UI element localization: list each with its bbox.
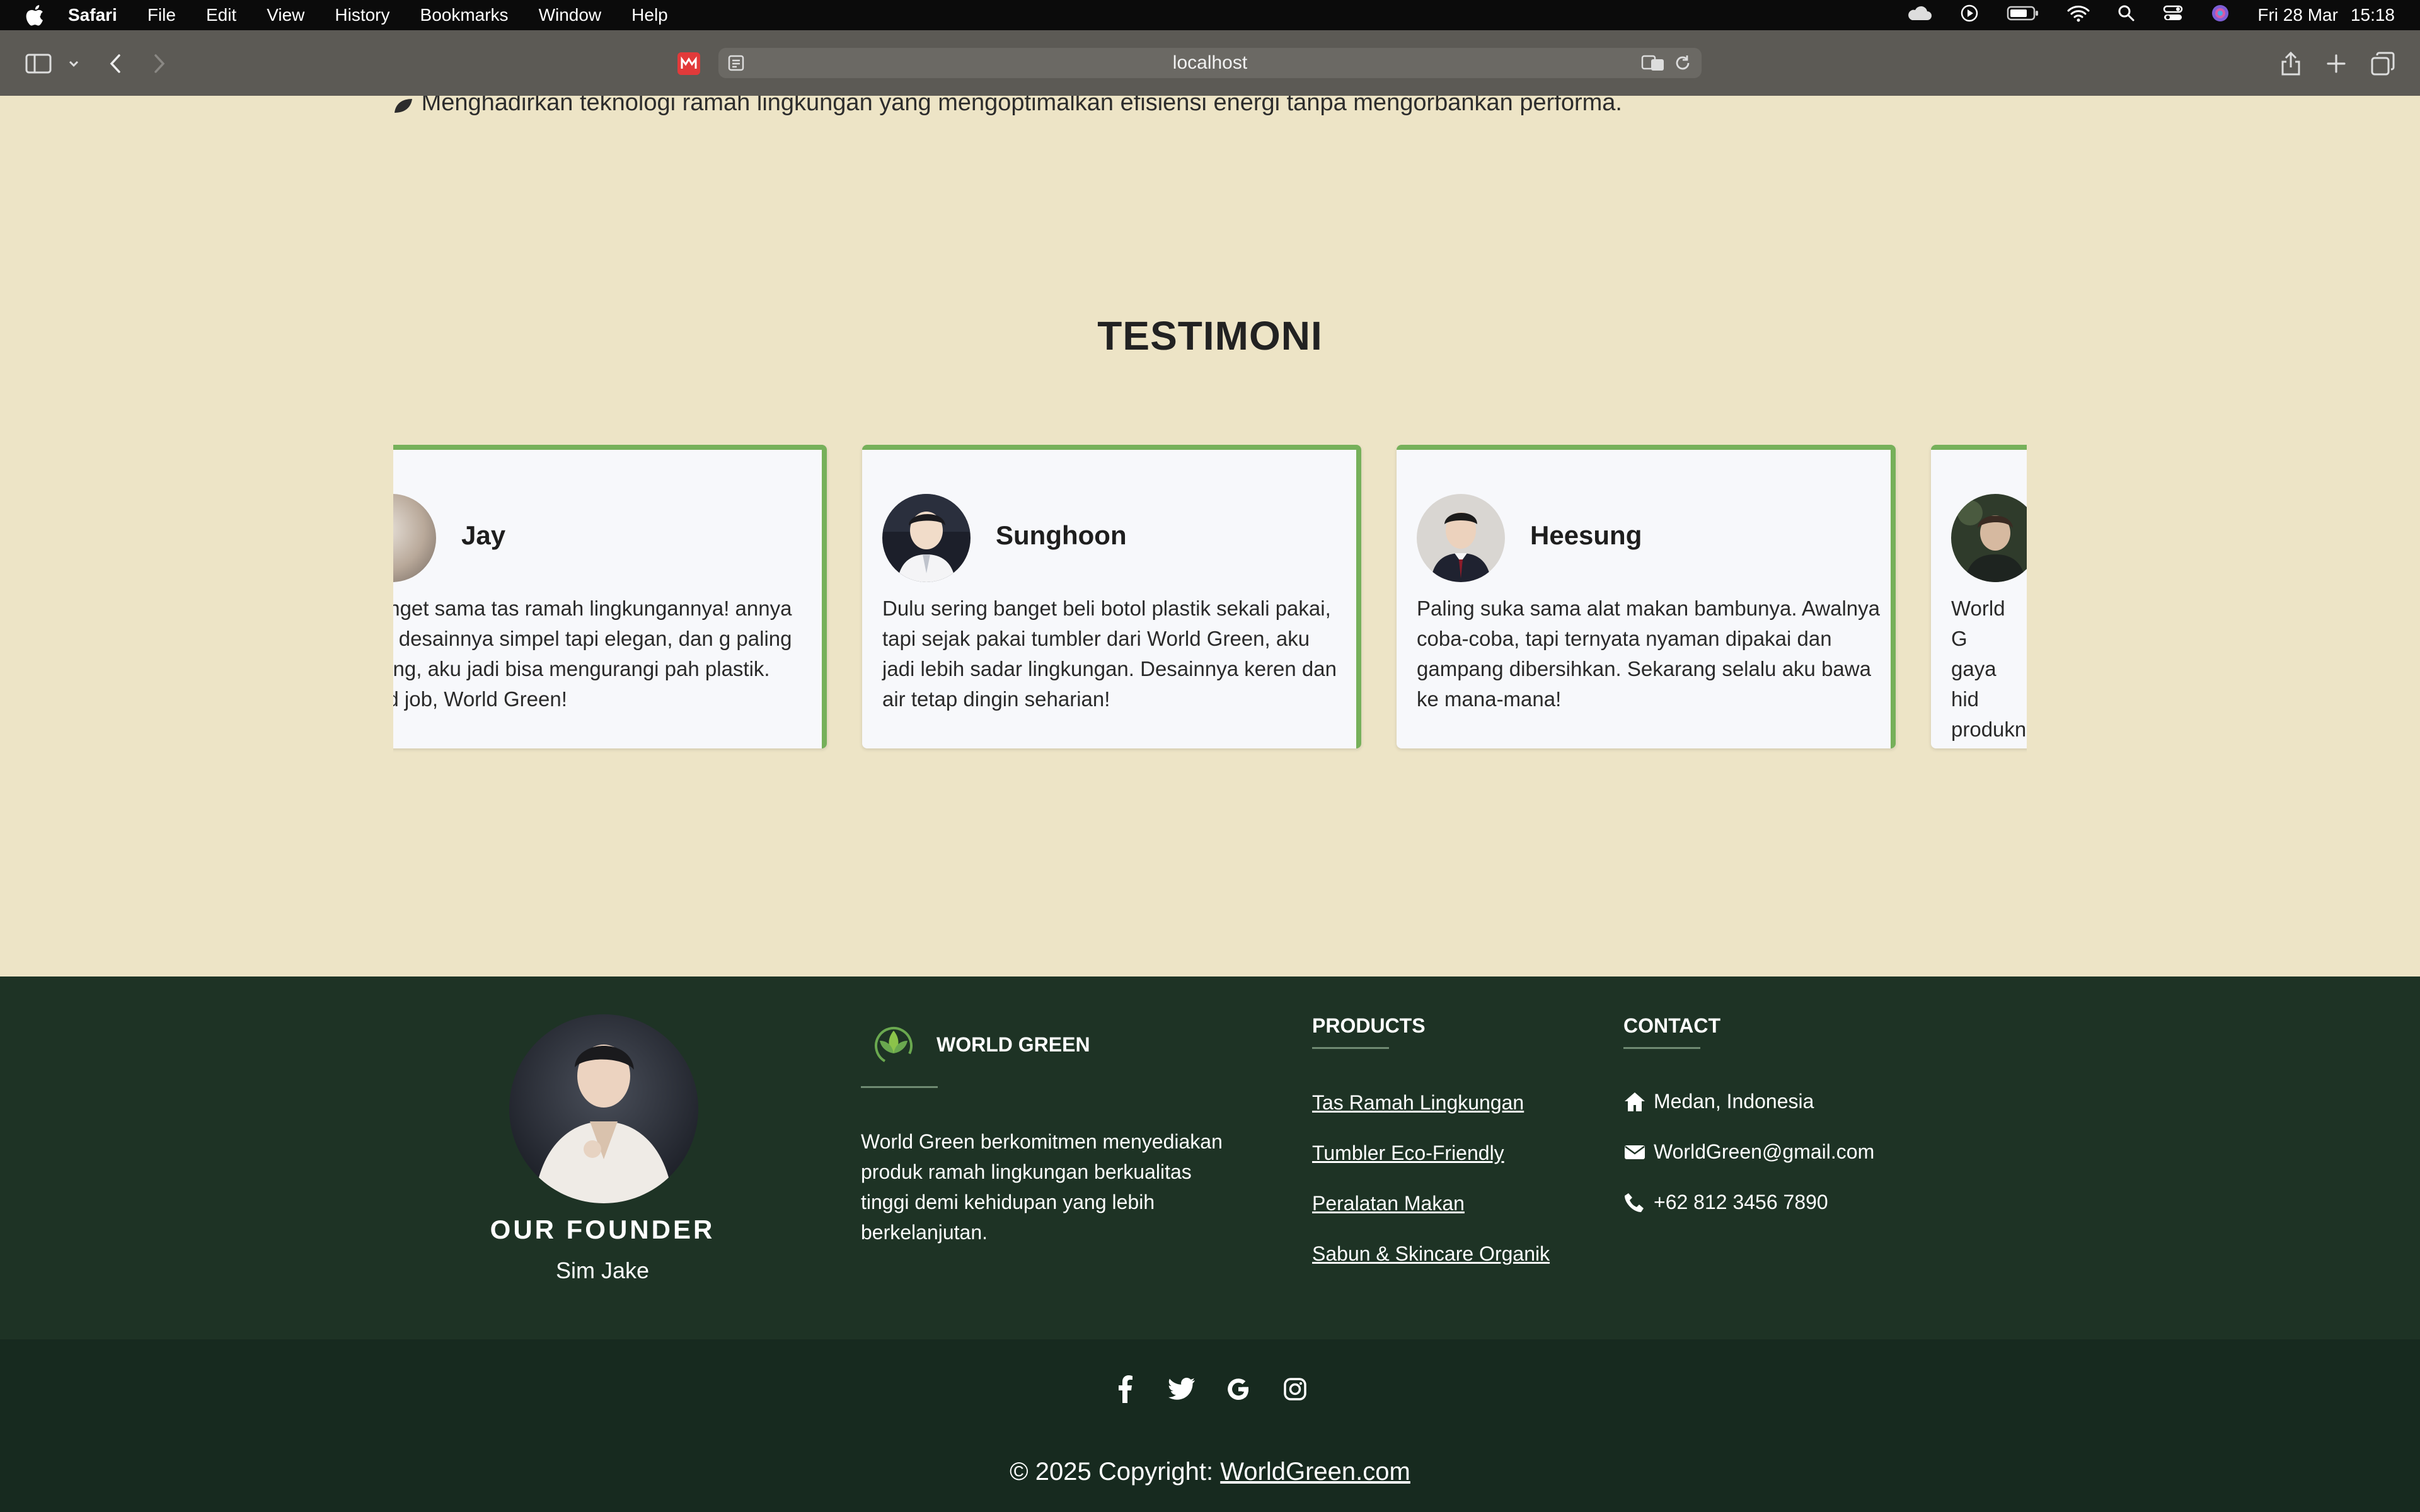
testimonial-card: World G gaya hid produkn	[1931, 445, 2027, 748]
contact-address: Medan, Indonesia	[1623, 1090, 1814, 1113]
avatar	[1951, 494, 2027, 582]
control-center-icon[interactable]	[2163, 4, 2183, 26]
mission-text-cut-off: Menghadirkan teknologi ramah lingkungan …	[392, 96, 1622, 117]
leaf-bullet-icon	[392, 96, 415, 113]
menubar-status-area: Fri 28 Mar 15:18	[1906, 0, 2395, 30]
footer-bottom-bar: © 2025 Copyright: WorldGreen.com	[0, 1339, 2420, 1512]
site-footer: OUR FOUNDER Sim Jake WORLD GREEN World G…	[0, 976, 2420, 1339]
contact-title: CONTACT	[1623, 1014, 1721, 1037]
sidebar-toggle-icon[interactable]	[25, 50, 52, 77]
macos-menubar: Safari File Edit View History Bookmarks …	[0, 0, 2420, 30]
address-bar[interactable]: localhost	[718, 48, 1702, 78]
chevron-down-icon[interactable]	[60, 50, 87, 77]
testimonial-carousel[interactable]: Jay a banget sama tas ramah lingkunganny…	[393, 445, 2027, 760]
founder-name: Sim Jake	[555, 1257, 650, 1283]
brand-description: World Green berkomitmen menyediakan prod…	[861, 1130, 1223, 1244]
siri-icon[interactable]	[2211, 4, 2230, 27]
menubar-time[interactable]: 15:18	[2351, 5, 2395, 25]
copyright-link[interactable]: WorldGreen.com	[1220, 1458, 1410, 1486]
testimonial-card: Jay a banget sama tas ramah lingkunganny…	[393, 445, 827, 748]
testimonial-text: World G gaya hid produkn	[1951, 597, 2027, 741]
envelope-icon	[1625, 1145, 1645, 1159]
menu-view[interactable]: View	[267, 5, 304, 25]
testimonial-text: a banget sama tas ramah lingkungannya! a…	[393, 597, 792, 711]
url-text[interactable]: localhost	[718, 48, 1702, 78]
contact-phone[interactable]: +62 812 3456 7890	[1623, 1191, 1828, 1214]
contact-email[interactable]: WorldGreen@gmail.com	[1623, 1140, 1874, 1164]
products-title: PRODUCTS	[1312, 1014, 1426, 1037]
copyright-text: © 2025 Copyright:	[1010, 1458, 1221, 1486]
product-link-bag[interactable]: Tas Ramah Lingkungan	[1312, 1091, 1524, 1114]
email-text[interactable]: WorldGreen@gmail.com	[1654, 1140, 1874, 1164]
testimonial-text: Paling suka sama alat makan bambunya. Aw…	[1417, 597, 1880, 711]
forward-arrow-icon[interactable]	[146, 50, 173, 77]
back-arrow-icon[interactable]	[102, 50, 129, 77]
product-link-tumbler[interactable]: Tumbler Eco-Friendly	[1312, 1142, 1504, 1165]
product-link-cutlery[interactable]: Peralatan Makan	[1312, 1192, 1465, 1215]
testimonial-card: Sunghoon Dulu sering banget beli botol p…	[862, 445, 1361, 748]
reload-icon[interactable]	[1674, 54, 1691, 75]
home-icon	[1625, 1092, 1645, 1111]
apple-logo-icon[interactable]	[24, 3, 45, 28]
menu-file[interactable]: File	[147, 5, 176, 25]
brand-name: WORLD GREEN	[936, 1033, 1090, 1056]
phone-icon	[1625, 1193, 1644, 1212]
extension-icon[interactable]	[676, 50, 702, 77]
browser-toolbar: localhost	[0, 30, 2420, 97]
menu-edit[interactable]: Edit	[206, 5, 236, 25]
testimonial-card: Heesung Paling suka sama alat makan bamb…	[1397, 445, 1896, 748]
avatar	[882, 494, 971, 582]
instagram-icon[interactable]	[1279, 1373, 1311, 1405]
testimonial-text: Dulu sering banget beli botol plastik se…	[882, 597, 1337, 711]
testimonial-name: Jay	[461, 520, 506, 550]
share-icon[interactable]	[2278, 50, 2304, 77]
spotlight-search-icon[interactable]	[2118, 4, 2135, 26]
menu-help[interactable]: Help	[631, 5, 668, 25]
cloud-icon[interactable]	[1906, 5, 1932, 26]
battery-icon[interactable]	[2007, 5, 2039, 26]
avatar	[393, 494, 436, 582]
founder-title: OUR FOUNDER	[490, 1215, 715, 1244]
phone-text[interactable]: +62 812 3456 7890	[1654, 1191, 1828, 1214]
testimonial-name: Heesung	[1530, 520, 1642, 550]
translate-icon[interactable]	[1641, 54, 1665, 75]
web-page: Menghadirkan teknologi ramah lingkungan …	[0, 96, 2420, 976]
testimonial-section-title: TESTIMONI	[1097, 313, 1323, 358]
divider	[1623, 1047, 1700, 1049]
play-icon[interactable]	[1960, 4, 1979, 27]
social-links	[1109, 1373, 1311, 1405]
divider	[1312, 1047, 1389, 1049]
facebook-icon[interactable]	[1109, 1373, 1141, 1405]
menu-window[interactable]: Window	[539, 5, 602, 25]
new-tab-plus-icon[interactable]	[2323, 50, 2349, 77]
divider	[861, 1086, 938, 1088]
menu-app-name[interactable]: Safari	[68, 5, 117, 25]
menu-bookmarks[interactable]: Bookmarks	[420, 5, 509, 25]
tab-overview-icon[interactable]	[2370, 50, 2396, 77]
avatar	[1417, 494, 1505, 582]
menu-history[interactable]: History	[335, 5, 389, 25]
leaf-logo-icon	[868, 1018, 919, 1068]
twitter-icon[interactable]	[1166, 1373, 1197, 1405]
address-text: Medan, Indonesia	[1654, 1090, 1814, 1113]
product-link-soap[interactable]: Sabun & Skincare Organik	[1312, 1242, 1550, 1266]
copyright: © 2025 Copyright: WorldGreen.com	[0, 1458, 2420, 1486]
menubar-date[interactable]: Fri 28 Mar	[2257, 5, 2338, 25]
wifi-icon[interactable]	[2067, 4, 2090, 26]
founder-avatar	[509, 1014, 698, 1203]
mission-text: Menghadirkan teknologi ramah lingkungan …	[421, 96, 1622, 116]
testimonial-name: Sunghoon	[996, 520, 1127, 550]
google-icon[interactable]	[1223, 1373, 1254, 1405]
